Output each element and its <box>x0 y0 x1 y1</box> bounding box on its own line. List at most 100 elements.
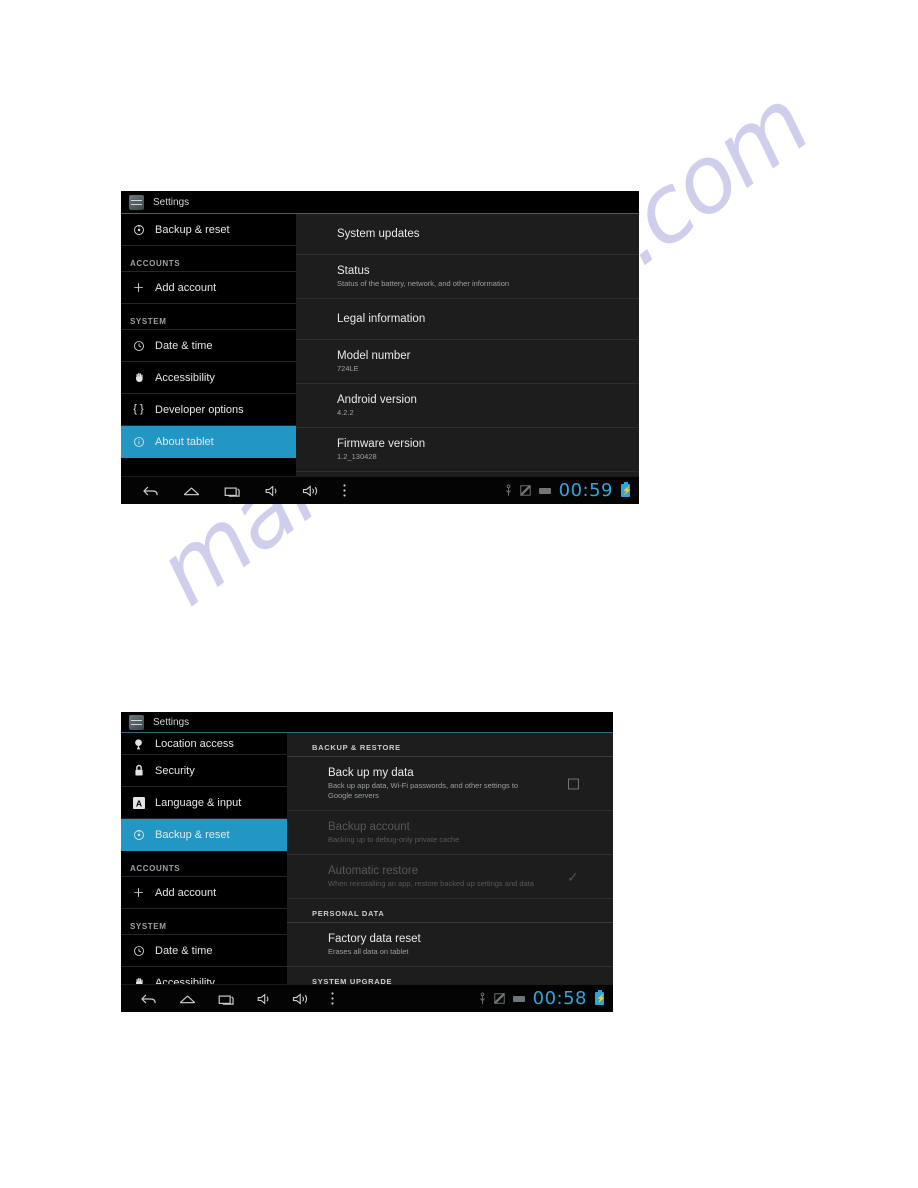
svg-text:A: A <box>135 798 141 808</box>
sidebar-item-label: Accessibility <box>155 976 215 985</box>
status-icons: 00:59 <box>505 481 639 500</box>
tablet-screenshot-backup-reset: Settings Location access Security A Lang… <box>121 712 613 1012</box>
settings-app-icon <box>129 194 144 210</box>
app-title: Settings <box>153 716 190 728</box>
section-header-personal-data: PERSONAL DATA <box>287 899 613 923</box>
sidebar-item-add-account[interactable]: Add account <box>121 877 287 909</box>
pref-title: System updates <box>337 228 420 240</box>
back-up-my-data-checkbox[interactable] <box>568 778 579 789</box>
pref-subtitle: Back up app data, Wi-Fi passwords, and o… <box>328 781 519 800</box>
about-tablet-list: System updates Status Status of the batt… <box>296 214 639 476</box>
plus-icon <box>130 281 147 294</box>
section-header-system-upgrade: SYSTEM UPGRADE <box>287 967 613 984</box>
section-header-label: PERSONAL DATA <box>312 909 385 918</box>
app-title: Settings <box>153 196 190 208</box>
keyboard-icon <box>538 487 551 495</box>
menu-overflow-icon[interactable] <box>342 483 347 498</box>
automatic-restore-checkmark-icon: ✓ <box>567 868 579 885</box>
battery-icon <box>621 482 632 497</box>
backup-reset-list: BACKUP & RESTORE Back up my data Back up… <box>287 733 613 984</box>
sidebar-header-accounts: ACCOUNTS <box>121 851 287 877</box>
recents-icon[interactable] <box>223 484 242 498</box>
menu-overflow-icon[interactable] <box>330 991 335 1006</box>
home-icon[interactable] <box>178 992 197 1006</box>
pref-back-up-my-data[interactable]: Back up my data Back up app data, Wi-Fi … <box>287 757 613 811</box>
braces-icon: { } <box>133 403 144 415</box>
lock-icon <box>130 764 147 777</box>
sidebar-item-language-input[interactable]: A Language & input <box>121 787 287 819</box>
back-icon[interactable] <box>141 484 160 498</box>
action-bar: Settings <box>121 712 613 733</box>
sidebar-item-label: Location access <box>155 737 234 750</box>
sidebar-item-label: Language & input <box>155 796 242 809</box>
usb-icon <box>479 992 486 1005</box>
sidebar-header-system: SYSTEM <box>121 909 287 935</box>
sidebar-item-label: Backup & reset <box>155 223 230 236</box>
volume-down-icon[interactable] <box>264 484 280 498</box>
location-pin-icon <box>130 738 147 750</box>
navigation-bar[interactable]: 00:58 <box>121 984 613 1012</box>
sd-card-icon <box>493 993 505 1004</box>
sidebar-header-system: SYSTEM <box>121 304 296 330</box>
action-bar: Settings <box>121 191 639 214</box>
pref-title: Firmware version <box>337 438 426 450</box>
sidebar-item-accessibility[interactable]: Accessibility <box>121 967 287 984</box>
plus-icon <box>130 886 147 899</box>
recents-icon[interactable] <box>217 992 236 1006</box>
volume-up-icon[interactable] <box>302 484 320 498</box>
sidebar-item-backup-reset[interactable]: Backup & reset <box>121 819 287 851</box>
pref-automatic-restore: Automatic restore When reinstalling an a… <box>287 855 613 899</box>
pref-title: Android version <box>337 394 417 406</box>
backup-restore-icon <box>130 829 147 841</box>
backup-restore-icon <box>130 224 147 236</box>
volume-down-icon[interactable] <box>256 992 272 1006</box>
pref-factory-data-reset[interactable]: Factory data reset Erases all data on ta… <box>287 923 613 967</box>
pref-backup-account: Backup account Backing up to debug-only … <box>287 811 613 855</box>
sidebar-item-date-time[interactable]: Date & time <box>121 330 296 362</box>
volume-up-icon[interactable] <box>292 992 310 1006</box>
pref-title: Legal information <box>337 313 426 325</box>
sidebar-item-date-time[interactable]: Date & time <box>121 935 287 967</box>
sidebar-item-location-access[interactable]: Location access <box>121 733 287 755</box>
back-icon[interactable] <box>139 992 158 1006</box>
home-icon[interactable] <box>182 484 201 498</box>
settings-sidebar[interactable]: Location access Security A Language & in… <box>121 733 287 984</box>
tablet-screenshot-about-tablet: Settings Backup & reset ACCOUNTS Add acc… <box>121 191 639 504</box>
sidebar-header-label: ACCOUNTS <box>130 864 181 873</box>
status-clock: 00:58 <box>532 987 587 1009</box>
pref-title: Status <box>337 265 370 277</box>
settings-app-icon <box>129 714 144 730</box>
pref-title: Backup account <box>328 821 410 833</box>
sidebar-item-backup-reset[interactable]: Backup & reset <box>121 214 296 246</box>
sidebar-header-accounts: ACCOUNTS <box>121 246 296 272</box>
usb-icon <box>505 484 512 497</box>
pref-subtitle: Erases all data on tablet <box>328 947 409 956</box>
pref-title: Model number <box>337 350 411 362</box>
sidebar-item-about-tablet[interactable]: About tablet <box>121 426 296 458</box>
sidebar-item-label: Developer options <box>155 403 244 416</box>
pref-model-number[interactable]: Model number 724LE <box>296 340 639 384</box>
settings-sidebar[interactable]: Backup & reset ACCOUNTS Add account SYST… <box>121 214 296 476</box>
status-icons: 00:58 <box>479 987 613 1009</box>
sidebar-item-security[interactable]: Security <box>121 755 287 787</box>
pref-system-updates[interactable]: System updates <box>296 214 639 255</box>
pref-status[interactable]: Status Status of the battery, network, a… <box>296 255 639 299</box>
nav-buttons <box>121 483 347 498</box>
sidebar-item-developer-options[interactable]: { } Developer options <box>121 394 296 426</box>
sidebar-item-accessibility[interactable]: Accessibility <box>121 362 296 394</box>
pref-firmware-version[interactable]: Firmware version 1.2_130428 <box>296 428 639 472</box>
keyboard-icon <box>512 995 525 1003</box>
section-header-label: SYSTEM UPGRADE <box>312 977 393 984</box>
pref-title: Factory data reset <box>328 933 421 945</box>
sidebar-item-add-account[interactable]: Add account <box>121 272 296 304</box>
settings-body: Location access Security A Language & in… <box>121 733 613 984</box>
sidebar-item-label: Add account <box>155 886 217 899</box>
pref-android-version[interactable]: Android version 4.2.2 <box>296 384 639 428</box>
pref-subtitle: 724LE <box>337 364 359 373</box>
sidebar-item-label: About tablet <box>155 435 214 448</box>
navigation-bar[interactable]: 00:59 <box>121 476 639 504</box>
sidebar-header-label: SYSTEM <box>130 317 167 326</box>
section-header-backup-restore: BACKUP & RESTORE <box>287 733 613 757</box>
pref-legal-information[interactable]: Legal information <box>296 299 639 340</box>
pref-subtitle: 1.2_130428 <box>337 452 377 461</box>
